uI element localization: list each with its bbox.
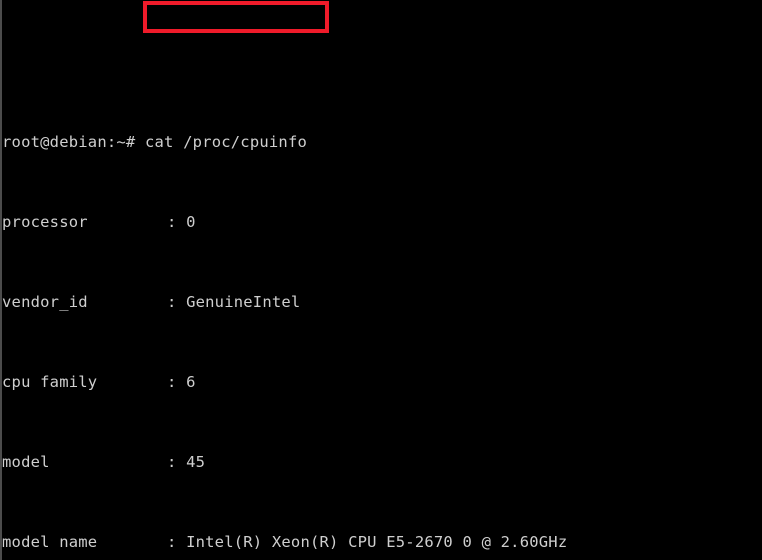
cpuinfo-key: model (2, 453, 50, 471)
cpuinfo-sep: : (167, 453, 187, 471)
cpuinfo-row-model: model: 45 (2, 452, 762, 472)
partial-scrolled-line (2, 52, 762, 72)
cpuinfo-sep: : (167, 213, 187, 231)
window-left-border (0, 0, 2, 560)
cpuinfo-value: 0 (186, 213, 196, 231)
cpuinfo-key: model name (2, 533, 98, 551)
cpuinfo-row-model-name: model name: Intel(R) Xeon(R) CPU E5-2670… (2, 532, 762, 552)
shell-prompt: root@debian:~# (2, 133, 145, 151)
cpuinfo-sep: : (167, 293, 187, 311)
cpuinfo-key: processor (2, 213, 88, 231)
partial-scrolled-text (2, 53, 383, 71)
cpuinfo-value: Intel(R) Xeon(R) CPU E5-2670 0 @ 2.60GHz (186, 533, 568, 551)
typed-command[interactable]: cat /proc/cpuinfo (145, 133, 307, 151)
cpuinfo-value: GenuineIntel (186, 293, 301, 311)
cpuinfo-row-processor: processor: 0 (2, 212, 762, 232)
terminal-screen[interactable]: root@debian:~# cat /proc/cpuinfo process… (2, 0, 762, 560)
cpuinfo-value: 6 (186, 373, 196, 391)
cpuinfo-sep: : (167, 373, 187, 391)
prompt-line[interactable]: root@debian:~# cat /proc/cpuinfo (2, 132, 762, 152)
cpuinfo-sep: : (167, 533, 187, 551)
cpuinfo-key: vendor_id (2, 293, 88, 311)
terminal-window[interactable]: root@debian:~# cat /proc/cpuinfo process… (0, 0, 762, 560)
cpuinfo-row-vendor-id: vendor_id: GenuineIntel (2, 292, 762, 312)
cpuinfo-key: cpu family (2, 373, 98, 391)
cpuinfo-value: 45 (186, 453, 206, 471)
cpuinfo-row-cpu-family: cpu family: 6 (2, 372, 762, 392)
